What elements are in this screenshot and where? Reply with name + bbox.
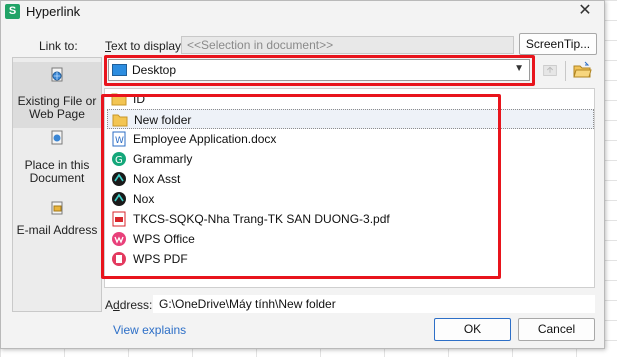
hyperlink-dialog: S Hyperlink ✕ Link to: Text to display: … bbox=[0, 0, 605, 349]
up-folder-button[interactable] bbox=[539, 59, 561, 81]
ok-button[interactable]: OK bbox=[434, 318, 511, 341]
text-to-display-label: Text to display: bbox=[105, 39, 185, 53]
location-value: Desktop bbox=[132, 63, 177, 77]
list-item[interactable]: G Grammarly bbox=[107, 149, 594, 169]
email-icon bbox=[51, 201, 63, 215]
list-item-selected[interactable]: New folder bbox=[107, 109, 594, 129]
text-to-display-field[interactable]: <<Selection in document>> bbox=[181, 36, 514, 54]
desktop-icon bbox=[112, 64, 127, 76]
grammarly-icon: G bbox=[112, 152, 126, 166]
nav-existing-file[interactable]: Existing File or Web Page bbox=[13, 62, 101, 128]
list-item[interactable]: WPS Office bbox=[107, 229, 594, 249]
nav-email-address-label: E-mail Address bbox=[16, 223, 98, 237]
list-item[interactable]: Nox bbox=[107, 189, 594, 209]
close-button[interactable]: ✕ bbox=[574, 1, 596, 21]
file-name: Nox Asst bbox=[133, 172, 181, 186]
file-name: WPS Office bbox=[133, 232, 195, 246]
file-globe-icon bbox=[51, 67, 63, 82]
link-to-panel: Existing File or Web Page Place in this … bbox=[12, 57, 102, 312]
wps-spreadsheet-icon: S bbox=[5, 4, 20, 19]
list-item[interactable]: WPS PDF bbox=[107, 249, 594, 269]
file-name: Nox bbox=[133, 192, 155, 206]
word-doc-icon: W bbox=[112, 131, 126, 147]
file-name: Employee Application.docx bbox=[133, 132, 277, 146]
file-name: ID bbox=[133, 92, 145, 106]
file-list[interactable]: ID New folder W Employee Application.doc… bbox=[104, 88, 595, 288]
nox-icon bbox=[112, 192, 126, 206]
nav-existing-file-label: Existing File or Web Page bbox=[17, 94, 97, 121]
nox-icon bbox=[112, 172, 126, 186]
screentip-button[interactable]: ScreenTip... bbox=[519, 33, 597, 55]
address-field[interactable]: G:\OneDrive\Máy tính\New folder bbox=[153, 295, 595, 313]
open-folder-button[interactable] bbox=[571, 59, 593, 81]
file-name: New folder bbox=[134, 113, 192, 127]
wps-office-icon bbox=[112, 232, 126, 246]
view-explains-link[interactable]: View explains bbox=[113, 323, 186, 337]
nav-place-in-document-label: Place in this Document bbox=[24, 158, 90, 185]
toolbar-separator bbox=[565, 61, 566, 81]
wps-pdf-icon bbox=[112, 252, 126, 266]
folder-icon bbox=[111, 93, 127, 106]
link-to-label: Link to: bbox=[39, 39, 78, 53]
cancel-button[interactable]: Cancel bbox=[518, 318, 595, 341]
chevron-down-icon: ▼ bbox=[514, 63, 524, 74]
dialog-title: Hyperlink bbox=[26, 4, 81, 19]
list-item[interactable]: TKCS-SQKQ-Nha Trang-TK SAN DUONG-3.pdf bbox=[107, 209, 594, 229]
file-name: Grammarly bbox=[133, 152, 193, 166]
file-name: WPS PDF bbox=[133, 252, 188, 266]
address-label: Address: bbox=[105, 298, 153, 312]
svg-text:W: W bbox=[115, 136, 124, 146]
list-item[interactable]: W Employee Application.docx bbox=[107, 129, 594, 149]
location-dropdown[interactable]: Desktop ▼ bbox=[108, 59, 530, 81]
pdf-icon bbox=[112, 211, 126, 227]
list-item[interactable]: Nox Asst bbox=[107, 169, 594, 189]
title-bar: S Hyperlink ✕ bbox=[1, 1, 604, 23]
nav-place-in-document[interactable]: Place in this Document bbox=[13, 130, 101, 192]
folder-icon bbox=[112, 114, 128, 127]
document-icon bbox=[51, 130, 63, 145]
nav-email-address[interactable]: E-mail Address bbox=[13, 200, 101, 240]
file-name: TKCS-SQKQ-Nha Trang-TK SAN DUONG-3.pdf bbox=[133, 212, 390, 226]
svg-text:G: G bbox=[115, 155, 123, 166]
list-item[interactable]: ID bbox=[107, 89, 594, 109]
